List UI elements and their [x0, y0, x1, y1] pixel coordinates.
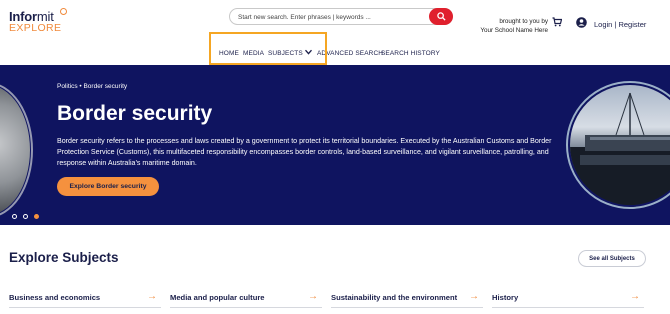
- hero-banner: Politics • Border security Border securi…: [0, 65, 670, 225]
- subject-item-history[interactable]: History →: [492, 288, 644, 308]
- main-nav: HOME MEDIA SUBJECTS ADVANCED SEARCH SEAR…: [0, 44, 670, 62]
- search-input[interactable]: [238, 10, 423, 24]
- login-register-link[interactable]: Login | Register: [594, 20, 646, 29]
- previous-slide-ring: [0, 82, 33, 218]
- user-icon[interactable]: [576, 17, 587, 28]
- carousel-dot-2[interactable]: [23, 214, 28, 219]
- institution-notice: brought to you by Your School Name Here: [472, 18, 548, 35]
- nav-highlight-box: [209, 32, 327, 65]
- cart-icon[interactable]: [552, 17, 562, 27]
- subject-label: Media and popular culture: [170, 293, 265, 302]
- logo-text-explore: EXPLORE: [9, 22, 62, 34]
- search-bar: [229, 8, 453, 25]
- subject-label: Sustainability and the environment: [331, 293, 458, 302]
- subject-label: History: [492, 293, 519, 302]
- logo-ring-icon: [60, 8, 67, 15]
- nav-search-history[interactable]: SEARCH HISTORY: [381, 50, 440, 57]
- search-icon: [436, 12, 446, 21]
- carousel-dot-3[interactable]: [34, 214, 39, 219]
- subject-list: Business and economics → Media and popul…: [0, 288, 670, 310]
- arrow-right-icon: →: [630, 291, 640, 302]
- subject-item-sustainability[interactable]: Sustainability and the environment →: [331, 288, 483, 308]
- section-title: Explore Subjects: [9, 250, 119, 265]
- explore-topic-button[interactable]: Explore Border security: [57, 177, 159, 196]
- site-header: Informit EXPLORE brought to you by Your …: [0, 0, 670, 44]
- informit-explore-logo[interactable]: Informit EXPLORE: [9, 8, 69, 36]
- subject-item-media[interactable]: Media and popular culture →: [170, 288, 322, 308]
- arrow-right-icon: →: [308, 291, 318, 302]
- next-slide-ring: [566, 81, 670, 209]
- arrow-right-icon: →: [469, 291, 479, 302]
- subject-item-business[interactable]: Business and economics →: [9, 288, 161, 308]
- carousel-dot-1[interactable]: [12, 214, 17, 219]
- breadcrumb[interactable]: Politics • Border security: [57, 83, 127, 90]
- subject-label: Business and economics: [9, 293, 101, 302]
- see-all-subjects-button[interactable]: See all Subjects: [578, 250, 646, 267]
- brought-to-you-label: brought to you by: [499, 18, 548, 25]
- arrow-right-icon: →: [147, 291, 157, 302]
- carousel-dots: [12, 214, 39, 219]
- hero-title: Border security: [57, 102, 213, 125]
- school-name: Your School Name Here: [480, 26, 548, 34]
- hero-description: Border security refers to the processes …: [57, 137, 552, 167]
- search-button[interactable]: [429, 8, 453, 25]
